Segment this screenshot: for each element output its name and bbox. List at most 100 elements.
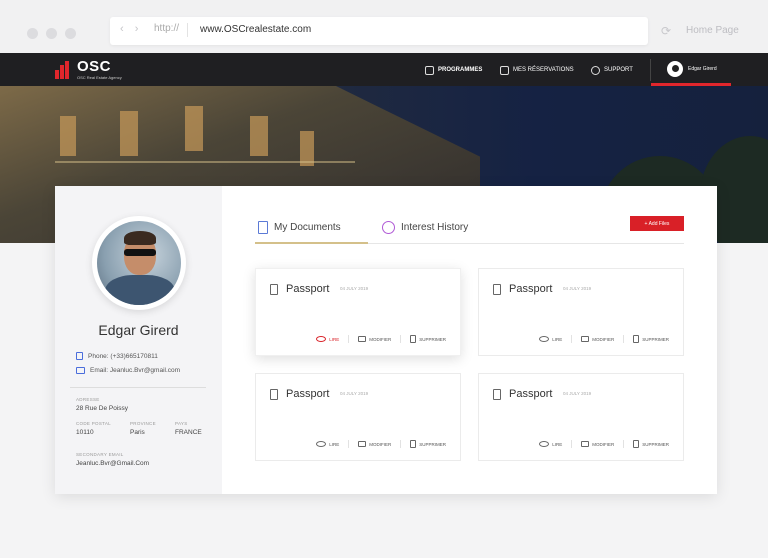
brand-logo[interactable]: OSC OSC Real Estate Agency <box>55 58 127 82</box>
nav-support[interactable]: SUPPORT <box>591 64 633 76</box>
document-icon <box>258 220 268 234</box>
window-minimize-dot[interactable] <box>46 28 57 39</box>
tab-interest-history-label: Interest History <box>401 221 469 233</box>
edit-button[interactable]: MODIFIER <box>581 336 614 342</box>
document-actions: LIRE MODIFIER SUPPRIMER <box>539 440 669 448</box>
edit-button[interactable]: MODIFIER <box>581 441 614 447</box>
secondary-email-label: SECONDARY EMAIL <box>76 452 124 457</box>
logo-bars-icon <box>55 61 73 79</box>
document-card[interactable]: Passport 04 JULY 2019 LIRE MODIFIER SUPP… <box>478 373 684 461</box>
read-label: LIRE <box>552 336 563 342</box>
window-close-dot[interactable] <box>27 28 38 39</box>
nav-programmes[interactable]: PROGRAMMES <box>425 64 482 76</box>
delete-label: SUPPRIMER <box>642 441 669 447</box>
document-actions: LIRE MODIFIER SUPPRIMER <box>316 440 446 448</box>
read-button[interactable]: LIRE <box>316 336 339 342</box>
file-icon <box>270 284 278 295</box>
postal-label: CODE POSTAL <box>76 421 111 426</box>
gears-icon <box>591 65 600 75</box>
edit-icon <box>581 441 590 447</box>
read-label: LIRE <box>329 336 340 342</box>
home-page-link[interactable]: Home Page <box>686 25 739 36</box>
sidebar-divider <box>70 387 206 388</box>
document-title: Passport <box>509 388 553 400</box>
tab-my-documents[interactable]: My Documents <box>258 216 341 238</box>
nav-programmes-label: PROGRAMMES <box>438 67 483 73</box>
phone-text: Phone: (+33)665170811 <box>88 352 158 360</box>
province-value: Paris <box>130 429 145 436</box>
province-label: PROVINCE <box>130 421 156 426</box>
eye-icon <box>539 336 550 342</box>
read-button[interactable]: LIRE <box>316 441 339 447</box>
url-protocol: http:// <box>154 23 189 37</box>
brand-subtitle: OSC Real Estate Agency <box>77 75 122 80</box>
nav-reservations-label: MES RÉSERVATIONS <box>513 67 574 73</box>
country-value: FRANCE <box>175 429 202 436</box>
edit-label: MODIFIER <box>592 336 615 342</box>
profile-card: Edgar Girerd Phone: (+33)665170811 Email… <box>55 186 717 494</box>
read-label: LIRE <box>329 441 340 447</box>
window-maximize-dot[interactable] <box>65 28 76 39</box>
delete-label: SUPPRIMER <box>419 441 446 447</box>
tab-active-indicator <box>255 242 368 244</box>
edit-icon <box>358 336 367 342</box>
building-icon <box>425 65 434 75</box>
document-card[interactable]: Passport 04 JULY 2019 LIRE MODIFIER SUPP… <box>255 268 461 356</box>
profile-photo <box>97 221 181 305</box>
delete-label: SUPPRIMER <box>642 336 669 342</box>
edit-button[interactable]: MODIFIER <box>358 336 391 342</box>
clipboard-icon <box>500 65 509 75</box>
read-button[interactable]: LIRE <box>539 336 562 342</box>
delete-button[interactable]: SUPPRIMER <box>633 440 669 448</box>
profile-email: Email: Jeanluc.Bvr@gmail.com <box>76 367 180 374</box>
nav-support-label: SUPPORT <box>604 67 633 73</box>
tab-interest-history[interactable]: Interest History <box>382 216 468 238</box>
postal-value: 10110 <box>76 429 94 436</box>
user-menu-name: Edgar Girerd <box>688 66 717 72</box>
address-bar[interactable]: ‹ › http:// www.OSCrealestate.com <box>110 17 648 45</box>
tab-my-documents-label: My Documents <box>274 221 341 233</box>
edit-icon <box>358 441 367 447</box>
trash-icon <box>633 440 640 448</box>
document-card[interactable]: Passport 04 JULY 2019 LIRE MODIFIER SUPP… <box>255 373 461 461</box>
url-text[interactable]: www.OSCrealestate.com <box>200 24 311 35</box>
edit-label: MODIFIER <box>369 441 392 447</box>
document-title: Passport <box>509 283 553 295</box>
file-icon <box>270 389 278 400</box>
nav-reservations[interactable]: MES RÉSERVATIONS <box>500 64 574 76</box>
secondary-email-value: Jeanluc.Bvr@Gmail.Com <box>76 460 150 467</box>
read-label: LIRE <box>552 441 563 447</box>
back-forward-icon[interactable]: ‹ › <box>120 23 142 35</box>
user-avatar-icon <box>667 61 683 77</box>
document-date: 04 JULY 2019 <box>340 391 369 396</box>
mail-icon <box>76 367 85 374</box>
reload-icon[interactable]: ⟳ <box>661 24 671 38</box>
delete-button[interactable]: SUPPRIMER <box>633 335 669 343</box>
trash-icon <box>410 440 417 448</box>
browser-toolbar: ‹ › http:// www.OSCrealestate.com ⟳ Home… <box>0 0 768 53</box>
brand-name: OSC <box>77 58 112 75</box>
user-menu[interactable]: Edgar Girerd <box>651 53 731 86</box>
edit-label: MODIFIER <box>592 441 615 447</box>
profile-name: Edgar Girerd <box>98 322 179 338</box>
country-label: PAYS <box>175 421 188 426</box>
document-card[interactable]: Passport 04 JULY 2019 LIRE MODIFIER SUPP… <box>478 268 684 356</box>
delete-label: SUPPRIMER <box>419 336 446 342</box>
read-button[interactable]: LIRE <box>539 441 562 447</box>
add-files-button[interactable]: + Add Files <box>630 216 684 231</box>
delete-button[interactable]: SUPPRIMER <box>410 335 446 343</box>
edit-icon <box>581 336 590 342</box>
eye-icon <box>316 336 327 342</box>
document-title: Passport <box>286 388 330 400</box>
trash-icon <box>410 335 417 343</box>
file-icon <box>493 389 501 400</box>
document-title: Passport <box>286 283 330 295</box>
edit-button[interactable]: MODIFIER <box>358 441 391 447</box>
document-date: 04 JULY 2019 <box>340 286 369 291</box>
eye-icon <box>316 441 327 447</box>
document-actions: LIRE MODIFIER SUPPRIMER <box>316 335 446 343</box>
trash-icon <box>633 335 640 343</box>
address-label: ADRESSE <box>76 397 100 402</box>
edit-label: MODIFIER <box>369 336 392 342</box>
delete-button[interactable]: SUPPRIMER <box>410 440 446 448</box>
